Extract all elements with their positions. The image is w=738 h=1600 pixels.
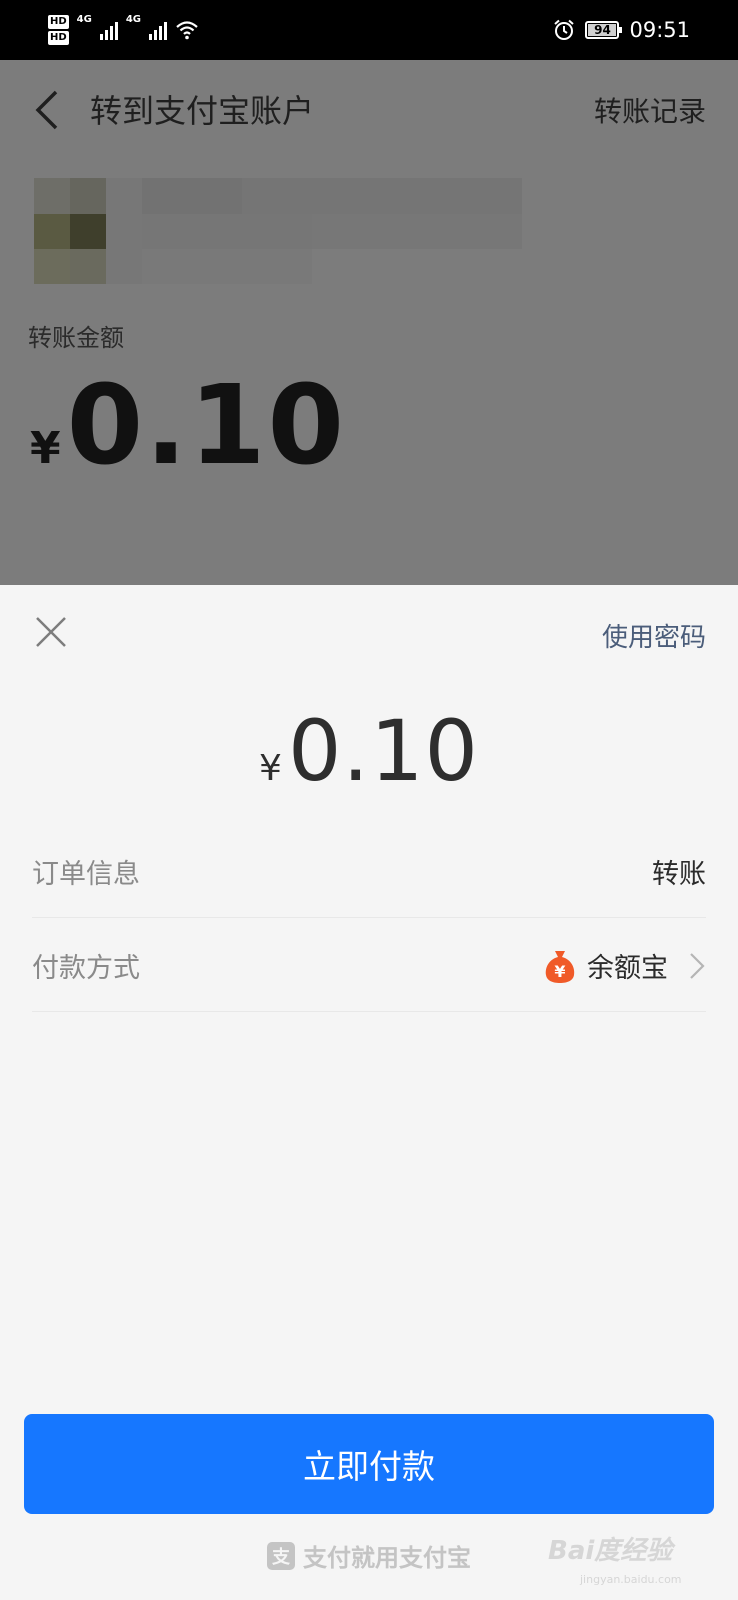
baidu-watermark: Bai度经验 — [548, 1530, 672, 1567]
use-password-link[interactable]: 使用密码 — [602, 617, 706, 654]
signal-bars-2-icon — [149, 20, 168, 40]
currency-symbol: ¥ — [259, 748, 282, 789]
payment-method-label: 付款方式 — [32, 953, 140, 984]
battery-level: 94 — [588, 24, 617, 36]
footer-slogan: 支付就用支付宝 — [303, 1544, 471, 1572]
payment-amount-value: 0.10 — [287, 702, 479, 800]
recipient-avatar-redacted — [34, 178, 522, 284]
wifi-icon — [176, 21, 198, 40]
transfer-page-dimmed: 转到支付宝账户 转账记录 转账金额 ¥ 0.10 — [0, 60, 738, 585]
payment-method-value: ¥ 余额宝 — [543, 946, 706, 985]
transfer-amount-value: 0.10 — [66, 361, 347, 489]
order-info-row[interactable]: 订单信息 转账 — [32, 826, 706, 918]
network-type-2: 4G — [125, 14, 142, 25]
alipay-logo-icon: 支 — [267, 1541, 295, 1570]
payment-method-row[interactable]: 付款方式 ¥ 余额宝 — [32, 920, 706, 1012]
hd-badges: HD HD — [48, 15, 69, 45]
svg-text:¥: ¥ — [554, 962, 565, 981]
back-arrow-icon[interactable] — [32, 88, 62, 132]
page-title: 转到支付宝账户 — [90, 92, 315, 130]
watermark-text: Bai度经验 — [548, 1536, 673, 1566]
currency-symbol: ¥ — [30, 423, 61, 474]
watermark-url: jingyan.baidu.com — [580, 1573, 682, 1586]
transfer-amount-label: 转账金额 — [28, 324, 124, 352]
clock-time: 09:51 — [629, 18, 690, 42]
status-right: 94 09:51 — [553, 0, 690, 60]
pay-now-button[interactable]: 立即付款 — [24, 1414, 714, 1514]
payment-method-name: 余额宝 — [587, 953, 668, 984]
network-type-1: 4G — [76, 14, 92, 25]
order-info-value: 转账 — [652, 859, 706, 890]
close-icon[interactable] — [34, 615, 68, 649]
hd-badge-2: HD — [48, 31, 69, 45]
order-info-label: 订单信息 — [32, 859, 140, 890]
chevron-right-icon — [690, 952, 705, 979]
battery-icon: 94 — [585, 21, 623, 39]
transfer-amount-display: ¥ 0.10 — [30, 370, 346, 480]
status-bar: HD HD 4G 4G 94 09:51 — [0, 0, 738, 60]
signal-bars-1-icon — [99, 20, 118, 40]
hd-badge-1: HD — [48, 15, 69, 29]
transfer-history-link[interactable]: 转账记录 — [594, 90, 706, 130]
nav-bar: 转到支付宝账户 转账记录 — [0, 60, 738, 160]
signal-indicators: HD HD 4G 4G — [48, 10, 199, 50]
alarm-clock-icon — [554, 19, 575, 40]
payment-amount: ¥ 0.10 — [0, 709, 738, 793]
yuebao-moneybag-icon: ¥ — [545, 950, 575, 983]
